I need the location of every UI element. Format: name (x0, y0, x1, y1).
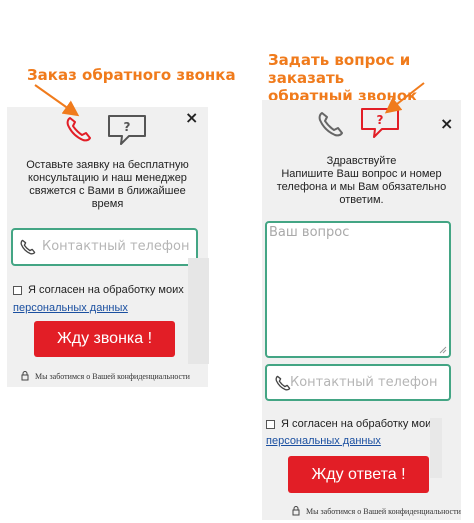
annotation-right-line1: Задать вопрос и заказать (268, 51, 411, 87)
phone-placeholder: Контактный телефон (42, 239, 190, 254)
consent-text: Я согласен на обработку моих (28, 284, 184, 296)
side-strip (188, 258, 209, 364)
phone-field[interactable]: Контактный телефон (265, 364, 451, 401)
resize-grip-icon[interactable] (439, 346, 447, 354)
consent-row: Я согласен на обработку моих (13, 284, 184, 296)
request-call-button[interactable]: Жду звонка ! (34, 321, 175, 357)
consent-checkbox[interactable] (13, 285, 22, 295)
privacy-note: Мы заботимся о Вашей конфиденциальности (292, 506, 461, 516)
personal-data-link[interactable]: персональных данных (266, 435, 381, 447)
svg-text:?: ? (377, 113, 384, 127)
phone-icon (20, 239, 36, 255)
svg-text:?: ? (124, 120, 131, 134)
question-bubble-icon[interactable]: ? (360, 107, 400, 141)
phone-icon[interactable] (316, 109, 346, 139)
widget-message: Здравствуйте Напишите Ваш вопрос и номер… (276, 155, 447, 206)
question-bubble-icon[interactable]: ? (107, 114, 147, 148)
annotation-left: Заказ обратного звонка (27, 66, 236, 84)
phone-field[interactable]: Контактный телефон (11, 228, 198, 266)
personal-data-link[interactable]: персональных данных (13, 302, 128, 314)
request-answer-button[interactable]: Жду ответа ! (288, 456, 429, 493)
phone-icon[interactable] (64, 114, 94, 144)
lock-icon (292, 506, 300, 516)
phone-placeholder: Контактный телефон (290, 375, 438, 390)
widget-message: Оставьте заявку на бесплатную консультац… (26, 159, 189, 210)
consent-row: Я согласен на обработку моих (266, 418, 437, 430)
question-textarea[interactable]: Ваш вопрос (265, 221, 451, 358)
close-button[interactable]: × (440, 114, 453, 133)
callback-widget: ? × Оставьте заявку на бесплатную консул… (7, 107, 208, 387)
close-button[interactable]: × (185, 108, 198, 127)
side-strip-right (430, 418, 442, 478)
consent-text: Я согласен на обработку моих (281, 418, 437, 430)
annotation-right: Задать вопрос и заказать обратный звонок (268, 51, 474, 105)
consent-checkbox[interactable] (266, 419, 275, 429)
privacy-note: Мы заботимся о Вашей конфиденциальности (21, 371, 190, 381)
question-placeholder: Ваш вопрос (269, 225, 350, 240)
lock-icon (21, 371, 29, 381)
